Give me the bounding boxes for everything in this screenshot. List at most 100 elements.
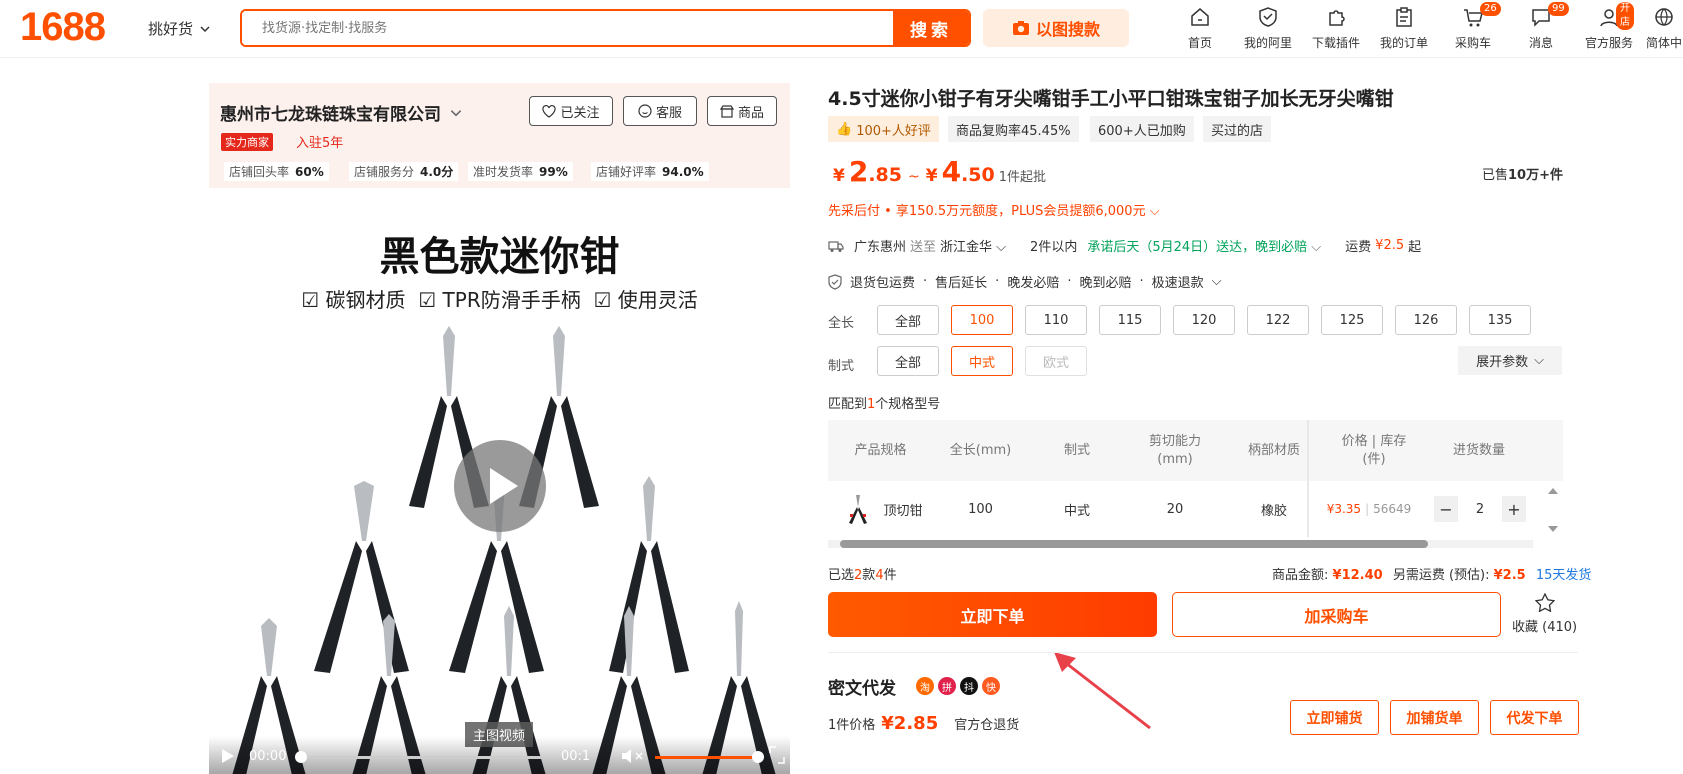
currency-symbol: ¥ <box>925 166 938 186</box>
follow-button[interactable]: 已关注 <box>529 96 613 126</box>
video-progress-track[interactable] <box>301 756 541 759</box>
pick-goods-dropdown[interactable]: 挑好货 <box>148 18 211 39</box>
video-play-button[interactable] <box>454 440 546 532</box>
nav-item-0[interactable]: 首页 <box>1170 6 1230 51</box>
chevron-down-icon: ⌵ <box>1149 204 1160 219</box>
mute-icon[interactable] <box>621 748 647 764</box>
return-note: 官方仓退货 <box>954 718 1020 733</box>
fullscreen-icon[interactable] <box>769 746 785 764</box>
arrow-annotation <box>1054 652 1151 730</box>
pliers-illustration <box>232 326 776 774</box>
nav-item-1[interactable]: 我的阿里 <box>1238 6 1298 51</box>
credit-text: 先采后付 • 享150.5万元额度，PLUS会员提额6,000元 <box>828 204 1146 219</box>
store-name[interactable]: 惠州市七龙珠链珠宝有限公司 <box>220 100 463 125</box>
store-stat-label: 店铺回头率 <box>229 165 290 179</box>
expand-label: 展开参数 <box>1476 355 1529 370</box>
puzzle-icon <box>1325 6 1347 34</box>
length-option[interactable]: 135 <box>1469 305 1531 335</box>
volume-knob[interactable] <box>752 751 764 763</box>
length-option[interactable]: 125 <box>1321 305 1383 335</box>
length-option[interactable]: 110 <box>1025 305 1087 335</box>
quantity-value[interactable]: 2 <box>1458 502 1502 517</box>
price-high-int: 4 <box>941 155 962 188</box>
selected-mid: 款 <box>862 568 876 583</box>
nav-item-2[interactable]: 下载插件 <box>1306 6 1366 51</box>
image-search-button[interactable]: 以图搜款 <box>983 9 1129 47</box>
freight-suffix: 起 <box>1408 240 1422 255</box>
scrollbar-thumb[interactable] <box>840 540 1428 548</box>
store-name-text: 惠州市七龙珠链珠宝有限公司 <box>220 105 441 125</box>
nav-item-3[interactable]: 我的订单 <box>1374 6 1434 51</box>
volume-slider[interactable] <box>655 756 755 759</box>
add-to-cart-button[interactable]: 加采购车 <box>1172 592 1501 637</box>
ship-qty: 2件以内 <box>1030 240 1078 255</box>
dispatch-time[interactable]: 15天发货 <box>1536 568 1592 583</box>
nav-label: 首页 <box>1187 36 1212 50</box>
horizontal-scrollbar[interactable] <box>828 540 1533 548</box>
price-low-int: 2 <box>848 155 869 188</box>
nav-label: 简体中 <box>1645 36 1682 50</box>
taobao-icon: 淘 <box>916 677 934 695</box>
store-stat-value: 94.0% <box>662 165 704 179</box>
sold-value: 10万+件 <box>1508 168 1563 183</box>
add-listing-button[interactable]: 加铺货单 <box>1390 700 1479 735</box>
image-search-label: 以图搜款 <box>1035 20 1100 39</box>
ship-promise-selector[interactable]: 承诺后天（5月24日）送达，晚到必赔 ⌵ <box>1087 236 1321 255</box>
service-guarantees[interactable]: 退货包运费 · 售后延长 · 晚发必赔 · 晚到必赔 · 极速退款 ⌵ <box>828 272 1222 291</box>
length-option[interactable]: 120 <box>1173 305 1235 335</box>
decrease-button[interactable]: − <box>1434 496 1458 522</box>
ship-to-selector[interactable]: 浙江金华 ⌵ <box>940 236 1006 255</box>
selected-pieces: 4 <box>875 568 884 583</box>
good-review-tag: 👍 100+人好评 <box>828 116 939 142</box>
camera-icon <box>1012 21 1029 35</box>
style-option[interactable]: 欧式 <box>1025 346 1087 376</box>
style-option[interactable]: 中式 <box>951 346 1013 376</box>
cell-style: 中式 <box>1063 503 1090 519</box>
spec-table: 产品规格 全长(mm) 制式 剪切能力 (mm) 柄部材质 价格 | 库存 (件… <box>828 420 1563 550</box>
douyin-icon: 抖 <box>960 677 978 695</box>
cell-price: ¥3.35 <box>1326 502 1362 516</box>
fee-value: ¥2.5 <box>1493 568 1526 583</box>
style-option[interactable]: 全部 <box>877 346 939 376</box>
search-input[interactable] <box>242 11 893 45</box>
pay-later-credit[interactable]: 先采后付 • 享150.5万元额度，PLUS会员提额6,000元 ⌵ <box>828 200 1160 219</box>
logo[interactable]: 1688 <box>20 5 106 50</box>
order-now-button[interactable]: 立即下单 <box>828 592 1157 637</box>
nav-item-4[interactable]: 26 采购车 <box>1443 2 1503 51</box>
strength-merchant-badge: 实力商家 <box>221 133 273 151</box>
media-title: 黑色款迷你钳 <box>379 234 620 280</box>
search-button[interactable]: 搜索 <box>893 11 969 45</box>
good-review-text: 100+人好评 <box>856 123 931 139</box>
clipboard-icon <box>1393 6 1415 34</box>
col-material: 柄部材质 <box>1247 442 1300 458</box>
length-option[interactable]: 100 <box>951 305 1013 335</box>
nav-item-5[interactable]: 99 消息 <box>1511 2 1571 51</box>
nav-item-6[interactable]: 开店 官方服务 <box>1579 2 1639 51</box>
list-now-button[interactable]: 立即铺货 <box>1290 700 1379 735</box>
service-item: 晚发必赔 <box>1007 276 1060 291</box>
nav-item-7[interactable]: 简体中 <box>1634 6 1683 51</box>
length-option[interactable]: 115 <box>1099 305 1161 335</box>
vertical-scrollbar[interactable] <box>1543 481 1563 537</box>
ship-to: 浙江金华 <box>940 240 993 255</box>
home-icon <box>1189 6 1211 34</box>
match-suffix: 个规格型号 <box>875 397 941 412</box>
expand-params-button[interactable]: 展开参数 ⌵ <box>1458 346 1562 375</box>
play-icon[interactable] <box>221 748 235 764</box>
video-progress-knob[interactable] <box>295 751 307 763</box>
length-option[interactable]: 122 <box>1247 305 1309 335</box>
increase-button[interactable]: + <box>1502 496 1526 522</box>
media-features: ☑ 碳钢材质 ☑ TPR防滑手手柄 ☑ 使用灵活 <box>209 284 790 313</box>
customer-service-button[interactable]: 客服 <box>623 96 697 126</box>
length-option[interactable]: 126 <box>1395 305 1457 335</box>
length-option[interactable]: 全部 <box>877 305 939 335</box>
store-stat: 准时发货率 99% <box>468 162 573 181</box>
favorite-button[interactable]: 收藏 (410) <box>1512 592 1577 635</box>
chevron-down-icon: ⌵ <box>1211 274 1222 289</box>
chevron-down-icon <box>450 109 462 116</box>
nav-badge: 26 <box>1480 2 1501 16</box>
carted-tag: 600+人已加购 <box>1090 116 1194 142</box>
scroll-up-icon <box>1548 488 1558 494</box>
dropship-order-button[interactable]: 代发下单 <box>1490 700 1579 735</box>
store-goods-button[interactable]: 商品 <box>707 96 777 126</box>
